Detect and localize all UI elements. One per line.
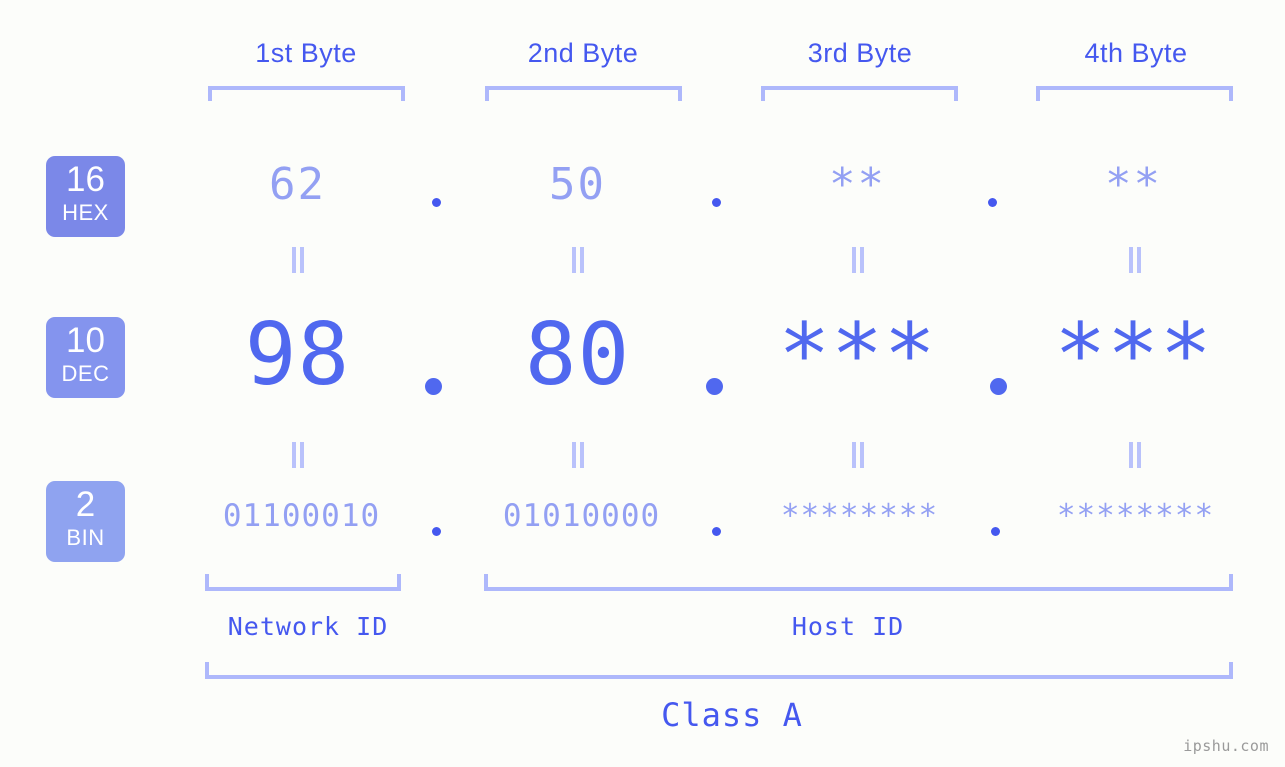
equality-mark-dec-bin-4 [1128, 442, 1143, 468]
class-label: Class A [661, 696, 803, 734]
site-watermark: ipshu.com [1183, 737, 1269, 755]
byte-bracket-1 [208, 86, 405, 101]
bin-separator-1 [432, 527, 441, 536]
base-badge-dec-number: 10 [66, 321, 105, 360]
byte-bracket-3 [761, 86, 958, 101]
ip-address-breakdown-diagram: 1st Byte 2nd Byte 3rd Byte 4th Byte 16 H… [0, 0, 1285, 767]
hex-separator-2 [712, 198, 721, 207]
hex-byte-3: ** [829, 159, 886, 210]
dec-byte-4: *** [1054, 305, 1213, 405]
base-badge-dec: 10 DEC [46, 317, 125, 398]
byte-header-1: 1st Byte [255, 38, 357, 68]
hex-separator-1 [432, 198, 441, 207]
equality-mark-hex-dec-2 [571, 247, 586, 273]
equality-mark-hex-dec-3 [851, 247, 866, 273]
class-bracket [205, 662, 1233, 679]
byte-bracket-2 [485, 86, 682, 101]
base-badge-bin: 2 BIN [46, 481, 125, 562]
hex-separator-3 [988, 198, 997, 207]
bin-byte-4: ******** [1056, 498, 1215, 534]
base-badge-bin-number: 2 [75, 485, 96, 524]
dec-separator-1 [425, 378, 442, 395]
equality-mark-hex-dec-4 [1128, 247, 1143, 273]
base-badge-hex-number: 16 [66, 160, 105, 199]
base-badge-hex-name: HEX [62, 200, 109, 225]
dec-byte-2: 80 [524, 305, 631, 405]
bin-separator-2 [712, 527, 721, 536]
equality-mark-dec-bin-3 [851, 442, 866, 468]
dec-separator-2 [706, 378, 723, 395]
byte-header-4: 4th Byte [1084, 38, 1188, 68]
base-badge-hex: 16 HEX [46, 156, 125, 237]
bin-byte-1: 01100010 [222, 498, 381, 534]
hex-byte-4: ** [1105, 159, 1162, 210]
base-badge-bin-name: BIN [66, 525, 105, 550]
dec-separator-3 [990, 378, 1007, 395]
byte-header-3: 3rd Byte [807, 38, 913, 68]
network-id-bracket [205, 574, 401, 591]
bin-separator-3 [991, 527, 1000, 536]
host-id-bracket [484, 574, 1233, 591]
equality-mark-dec-bin-1 [291, 442, 306, 468]
hex-byte-1: 62 [269, 159, 326, 210]
equality-mark-hex-dec-1 [291, 247, 306, 273]
byte-header-2: 2nd Byte [527, 38, 639, 68]
equality-mark-dec-bin-2 [571, 442, 586, 468]
host-id-label: Host ID [791, 612, 905, 641]
hex-byte-2: 50 [549, 159, 606, 210]
dec-byte-3: *** [778, 305, 937, 405]
bin-byte-2: 01010000 [502, 498, 661, 534]
dec-byte-1: 98 [244, 305, 351, 405]
bin-byte-3: ******** [780, 498, 939, 534]
byte-bracket-4 [1036, 86, 1233, 101]
base-badge-dec-name: DEC [61, 361, 110, 386]
network-id-label: Network ID [227, 612, 389, 641]
